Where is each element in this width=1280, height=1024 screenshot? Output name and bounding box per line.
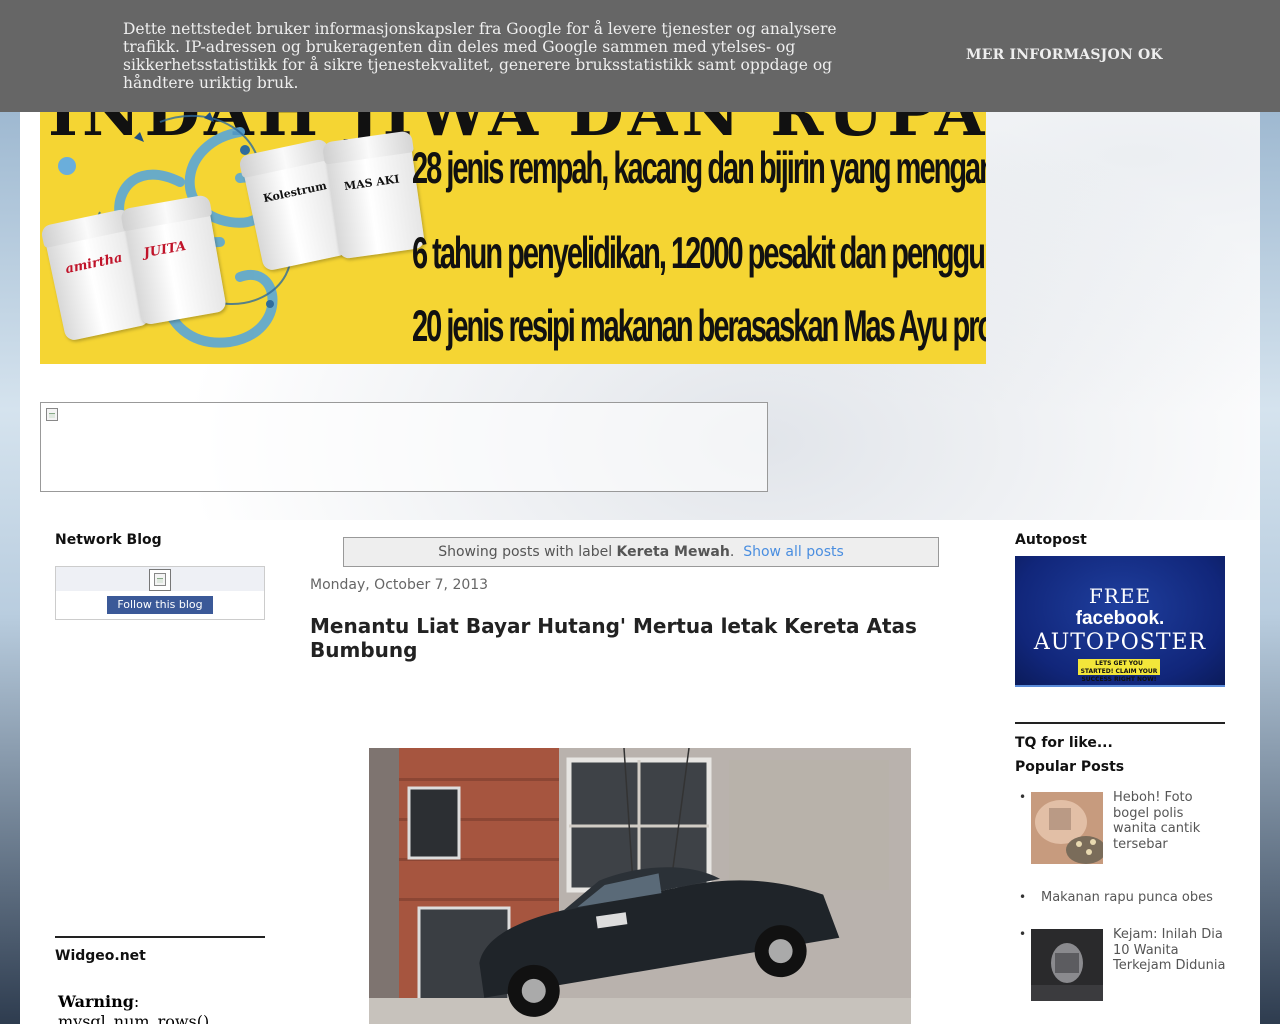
network-blog-title: Network Blog <box>55 532 162 548</box>
cookie-consent-text: Dette nettstedet bruker informasjonskaps… <box>123 20 837 92</box>
post-image-car-on-roof[interactable] <box>369 748 911 1024</box>
cookie-ok-button[interactable]: OK <box>1138 47 1163 63</box>
product-jar-mas-aki: MAS AKI <box>324 136 426 260</box>
fb-ad-product-text: AUTOPOSTER <box>1033 630 1207 655</box>
popular-posts-title: Popular Posts <box>1015 759 1125 775</box>
popular-post-title[interactable]: Kejam: Inilah Dia 10 Wanita Terkejam Did… <box>1113 927 1229 974</box>
autopost-title: Autopost <box>1015 532 1087 548</box>
sidebar-divider <box>1015 722 1225 724</box>
list-bullet: • <box>1019 790 1027 804</box>
popular-post-thumbnail[interactable] <box>1031 792 1103 864</box>
popular-post-title[interactable]: Makanan rapu punca obes <box>1041 890 1231 906</box>
label-bar-label: Kereta Mewah <box>616 544 730 560</box>
follower-avatar[interactable] <box>149 569 171 591</box>
label-bar-suffix: . <box>729 544 735 560</box>
popular-post-thumbnail[interactable] <box>1031 929 1103 1001</box>
banner-tagline-1: 28 jenis rempah, kacang dan bijirin yang… <box>412 144 986 194</box>
banner-tagline-3: 20 jenis resipi makanan berasaskan Mas A… <box>412 302 986 352</box>
php-warning-text: mysql_num_rows() <box>58 1012 210 1024</box>
fb-ad-brand-text: facebook. <box>1075 608 1165 629</box>
network-blog-widget: Follow this blog <box>55 566 265 620</box>
background-sky-right <box>1260 0 1280 1024</box>
popular-post-title[interactable]: Heboh! Foto bogel polis wanita cantik te… <box>1113 790 1229 852</box>
show-all-posts-link[interactable]: Show all posts <box>743 544 844 560</box>
sidebar-divider <box>55 936 265 938</box>
broken-image-icon <box>46 408 58 421</box>
cookie-more-info-button[interactable]: MER INFORMASJON <box>966 47 1133 63</box>
follow-blog-button[interactable]: Follow this blog <box>107 596 213 614</box>
widgeo-title: Widgeo.net <box>55 948 146 964</box>
label-bar-prefix: Showing posts with label <box>438 544 617 560</box>
blog-page: INDAH JIWA DAN RUPA amirtha JUITA Kolest… <box>20 0 1260 1024</box>
label-filter-bar: Showing posts with label Kereta Mewah. S… <box>343 537 939 567</box>
cookie-consent-banner: Dette nettstedet bruker informasjonskaps… <box>0 0 1280 112</box>
post-date: Monday, October 7, 2013 <box>310 577 489 593</box>
php-warning-message: Warning: mysql_num_rows() <box>58 992 258 1024</box>
list-bullet: • <box>1019 890 1027 904</box>
header-banner[interactable]: INDAH JIWA DAN RUPA amirtha JUITA Kolest… <box>40 92 986 364</box>
thumbnail-graphic <box>1031 792 1103 864</box>
thumbnail-graphic <box>1031 929 1103 1001</box>
tq-for-like-title: TQ for like... <box>1015 735 1113 751</box>
background-sky-left <box>0 0 20 1024</box>
post-title[interactable]: Menantu Liat Bayar Hutang' Mertua letak … <box>310 614 950 662</box>
list-bullet: • <box>1019 927 1027 941</box>
ad-banner-placeholder[interactable] <box>40 402 768 492</box>
fb-ad-free-text: FREE <box>1088 584 1152 608</box>
facebook-autoposter-ad[interactable]: FREE facebook. AUTOPOSTER LETS GET YOU S… <box>1015 556 1225 687</box>
fb-ad-cta-badge: LETS GET YOU STARTED! CLAIM YOUR SUCCESS… <box>1078 659 1160 683</box>
php-warning-label: Warning <box>58 992 134 1011</box>
banner-tagline-2: 6 tahun penyelidikan, 12000 pesakit dan … <box>412 229 986 279</box>
broken-image-icon <box>154 573 166 586</box>
post-image-graphic <box>369 748 911 1024</box>
